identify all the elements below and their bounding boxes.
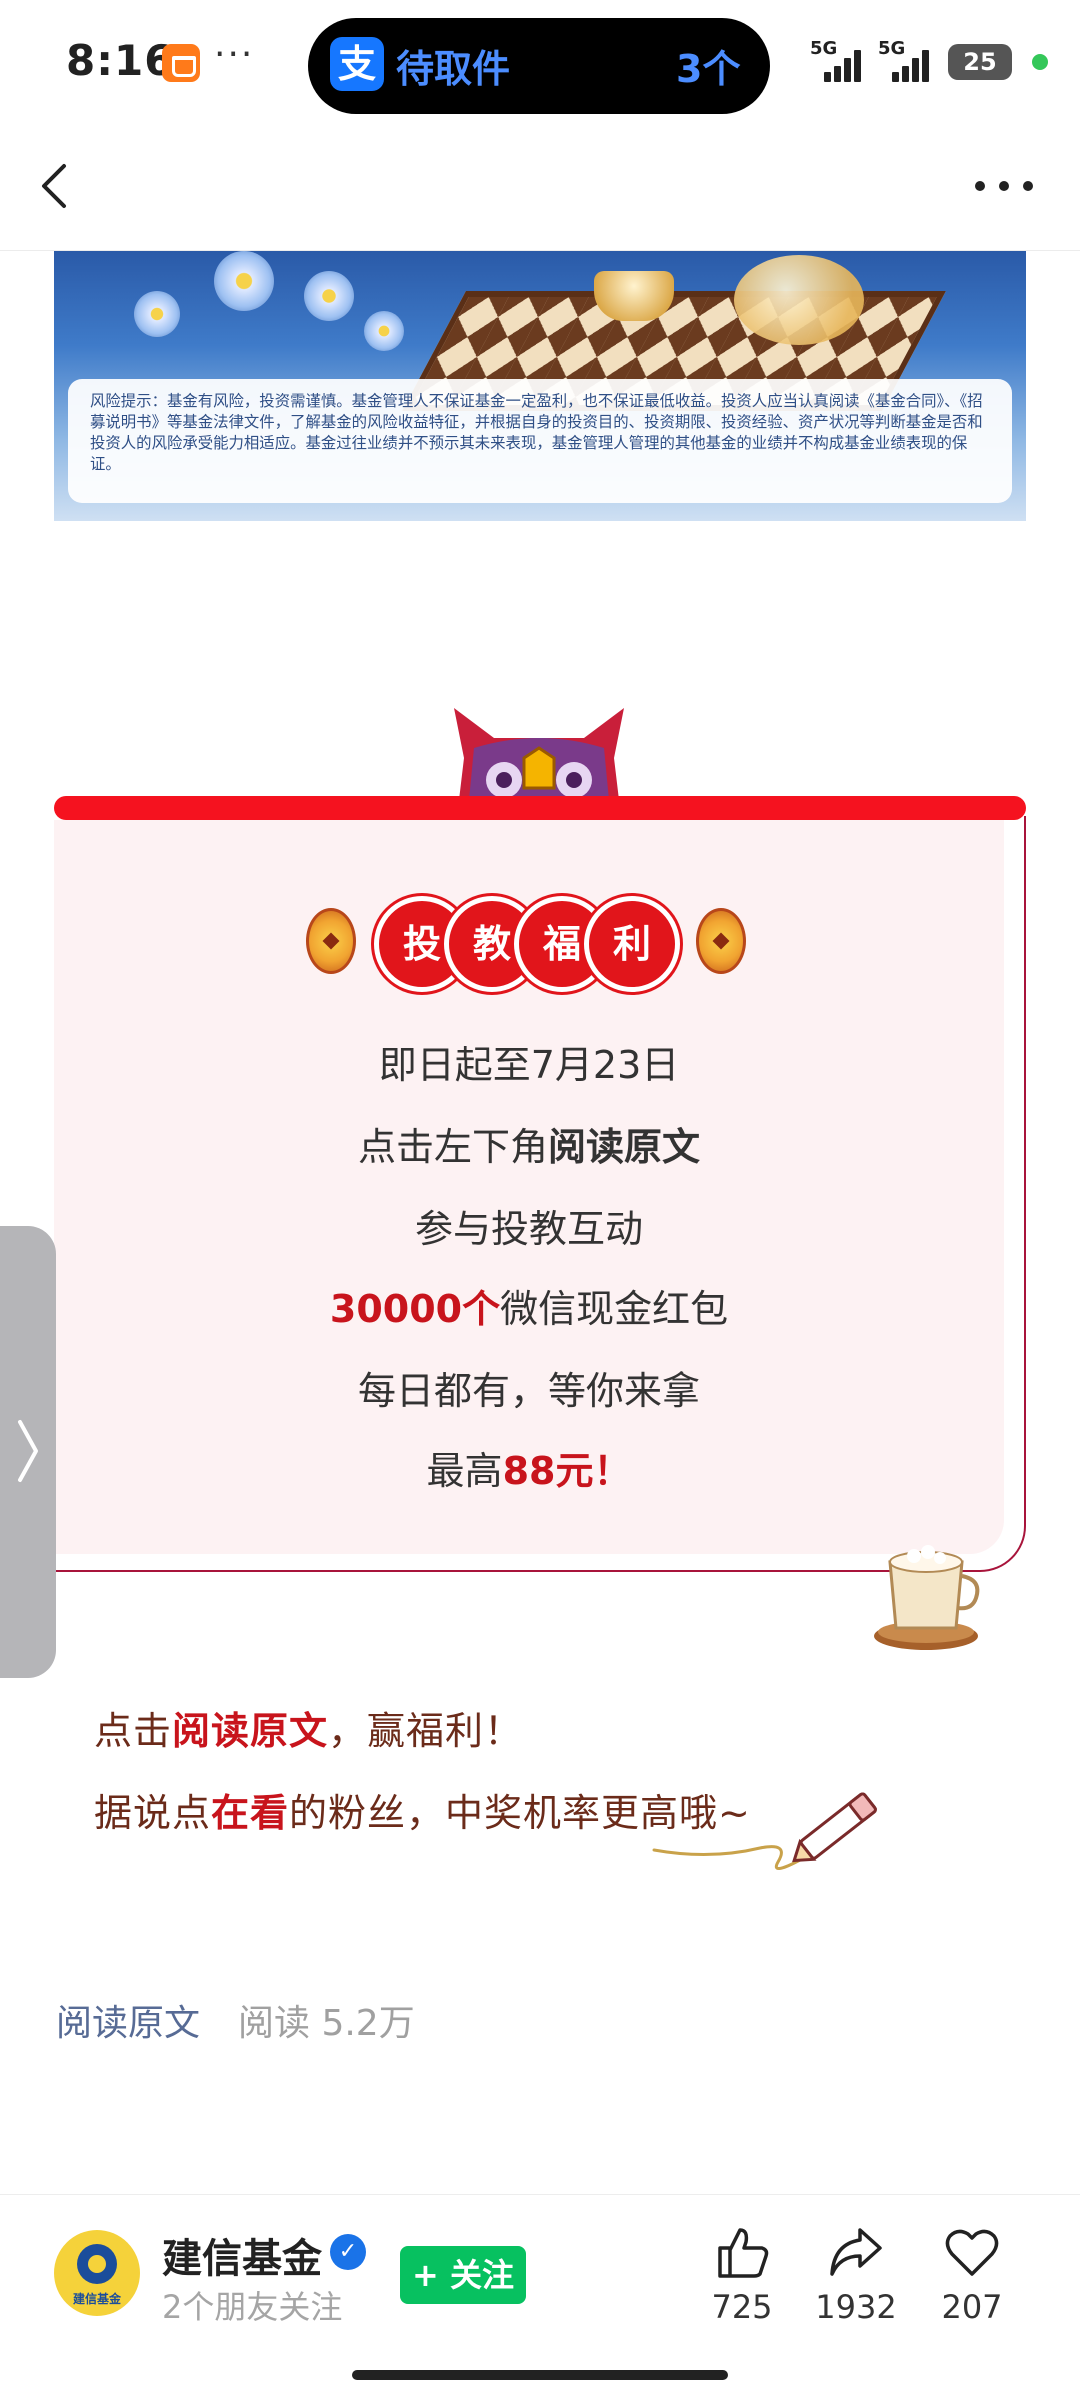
teacup-illustration bbox=[594, 271, 674, 321]
signal-icon: 5G bbox=[878, 38, 954, 82]
coin-icon bbox=[696, 908, 746, 974]
like-count: 725 bbox=[711, 2288, 773, 2326]
card-text-red: 88元！ bbox=[502, 1449, 632, 1493]
chevron-right-icon[interactable] bbox=[12, 1416, 44, 1486]
status-time: 8:16 bbox=[66, 36, 175, 85]
flower-illustration bbox=[304, 271, 354, 321]
account-avatar[interactable]: 建信基金 bbox=[54, 2230, 140, 2316]
more-notifications-icon: ··· bbox=[214, 34, 255, 75]
battery-icon: 25 bbox=[948, 44, 1012, 80]
card-line-redpacket: 30000个微信现金红包 bbox=[54, 1278, 1004, 1333]
follow-button[interactable]: + 关注 bbox=[400, 2246, 526, 2304]
ccb-logo-icon bbox=[77, 2244, 117, 2284]
card-text: 微信现金红包 bbox=[500, 1287, 729, 1331]
home-indicator[interactable] bbox=[352, 2370, 728, 2380]
risk-notice-text: 风险提示：基金有风险，投资需谨慎。基金管理人不保证基金一定盈利，也不保证最低收益… bbox=[90, 392, 983, 473]
promo-text: 据说点 bbox=[94, 1791, 212, 1835]
verified-badge-icon: ✓ bbox=[330, 2234, 366, 2270]
read-original-link[interactable]: 阅读原文 bbox=[56, 1994, 200, 2046]
promo-text-highlight: 在看 bbox=[211, 1791, 290, 1835]
share-count: 1932 bbox=[815, 2288, 897, 2326]
card-line-date: 即日起至7月23日 bbox=[378, 1043, 680, 1087]
pickup-label: 待取件 bbox=[396, 47, 511, 91]
flower-illustration bbox=[134, 291, 180, 337]
pencil-doodle-icon bbox=[652, 1792, 877, 1870]
pickup-count: 3个 bbox=[676, 47, 741, 91]
promo-card-top-bar bbox=[54, 796, 1026, 820]
promo-text: ，赢福利！ bbox=[328, 1709, 524, 1753]
promo-line-1: 点击阅读原文，赢福利！ bbox=[94, 1700, 523, 1755]
signal-label: 5G bbox=[878, 38, 906, 59]
friends-following: 2个朋友关注 bbox=[162, 2288, 343, 2326]
card-text: 最高 bbox=[426, 1449, 503, 1493]
heart-icon[interactable] bbox=[942, 2222, 1002, 2282]
privacy-indicator-icon bbox=[1032, 54, 1048, 70]
article-banner-image: 风险提示：基金有风险，投资需谨慎。基金管理人不保证基金一定盈利，也不保证最低收益… bbox=[54, 251, 1026, 521]
more-horizontal-icon[interactable] bbox=[966, 156, 1042, 216]
card-line-max: 最高88元！ bbox=[54, 1440, 1004, 1495]
card-text-bold: 阅读原文 bbox=[548, 1125, 701, 1169]
card-line-participate: 参与投教互动 bbox=[414, 1207, 643, 1251]
status-bar: 8:16 ··· 支 待取件 3个 5G 5G 25 bbox=[0, 0, 1080, 125]
flower-illustration bbox=[364, 311, 404, 351]
card-text: 点击左下角 bbox=[357, 1125, 548, 1169]
avatar-label: 建信基金 bbox=[72, 2292, 121, 2306]
coffee-cup-icon bbox=[874, 1545, 980, 1650]
thumb-up-icon[interactable] bbox=[712, 2222, 772, 2282]
owl-mascot-icon bbox=[454, 708, 624, 800]
taobao-notification-icon bbox=[162, 44, 200, 82]
account-name[interactable]: 建信基金 bbox=[162, 2226, 322, 2284]
badge-char: 利 bbox=[584, 896, 680, 992]
chevron-left-icon[interactable] bbox=[36, 156, 96, 216]
card-line-daily: 每日都有，等你来拿 bbox=[357, 1369, 700, 1413]
teapot-illustration bbox=[734, 255, 864, 345]
alipay-icon: 支 bbox=[330, 37, 384, 91]
coin-icon bbox=[306, 908, 356, 974]
flower-illustration bbox=[214, 251, 274, 311]
nav-bar bbox=[0, 125, 1080, 251]
share-icon[interactable] bbox=[826, 2222, 886, 2282]
card-text-red: 30000个 bbox=[329, 1287, 501, 1331]
card-line-instruction: 点击左下角阅读原文 bbox=[54, 1116, 1004, 1171]
signal-icon: 5G bbox=[810, 38, 886, 82]
favorite-count: 207 bbox=[941, 2288, 1003, 2326]
promo-text: 点击 bbox=[94, 1709, 173, 1753]
signal-label: 5G bbox=[810, 38, 838, 59]
read-count: 阅读 5.2万 bbox=[238, 2003, 415, 2044]
promo-text-highlight: 阅读原文 bbox=[172, 1709, 329, 1753]
